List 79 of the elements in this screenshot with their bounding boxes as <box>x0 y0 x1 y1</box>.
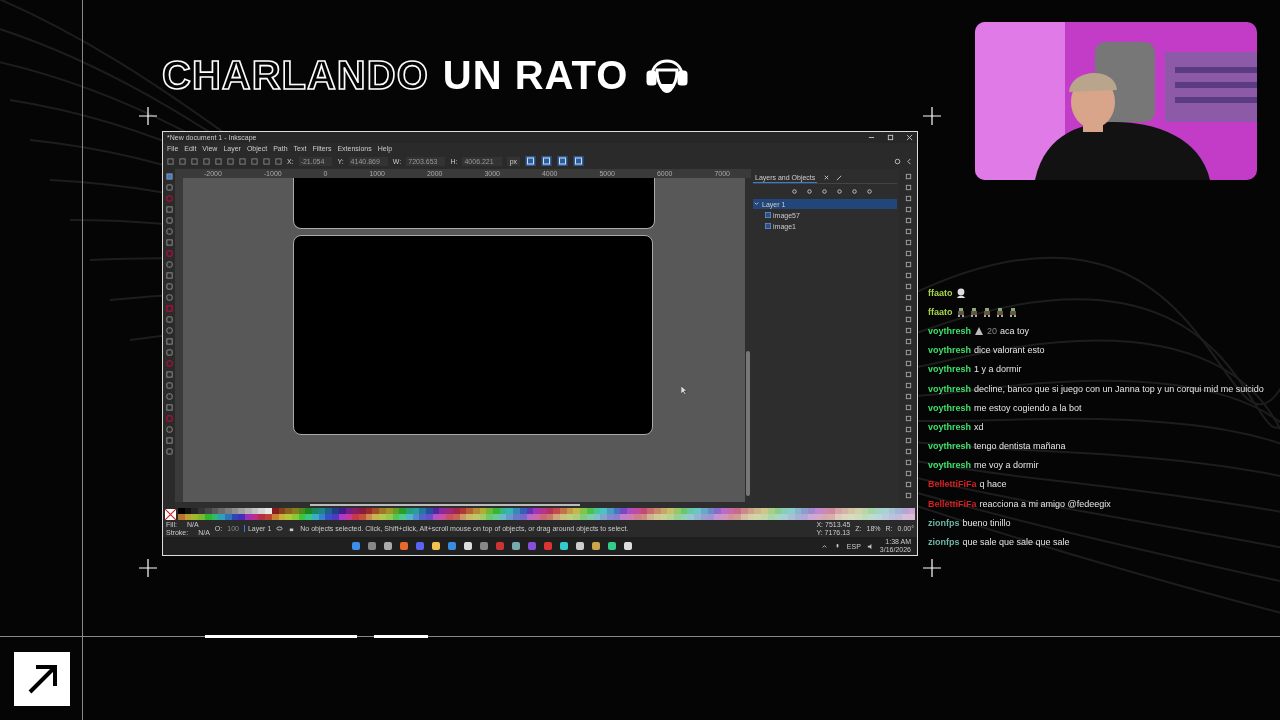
chat-message: decline, banco que si juego con un Janna top y un corqui mid me suicido <box>974 383 1264 394</box>
stream-title: CHARLANDO <box>162 52 429 98</box>
snap-button[interactable] <box>525 156 537 166</box>
chat-username[interactable]: voythresh <box>928 364 971 375</box>
crosshair-icon <box>923 107 941 125</box>
app-icon[interactable] <box>622 541 633 551</box>
crosshair-icon <box>923 559 941 577</box>
chat-username[interactable]: zionfps <box>928 537 960 548</box>
snap-button[interactable] <box>557 156 569 166</box>
stream-title: UN RATO <box>442 52 629 98</box>
chat-message: bueno tinillo <box>962 517 1011 528</box>
sprite-emote-icon <box>955 306 966 317</box>
image-object[interactable] <box>293 178 655 229</box>
chat-username[interactable]: voythresh <box>928 325 971 336</box>
chat-username[interactable]: BellettiFiFa <box>928 479 977 490</box>
chat-message: xd <box>974 421 984 432</box>
avatar-emote-icon <box>955 287 966 298</box>
crosshair-icon <box>139 107 157 125</box>
sprite-emote-icon <box>981 306 992 317</box>
sprite-emote-icon <box>1007 306 1018 317</box>
chat-username[interactable]: voythresh <box>928 402 971 413</box>
close-icon[interactable] <box>906 134 913 141</box>
refresh-icon[interactable] <box>894 157 901 165</box>
chat-username[interactable]: BellettiFiFa <box>928 498 977 509</box>
eye-icon[interactable] <box>276 525 284 532</box>
tool-icon[interactable] <box>866 188 873 195</box>
minimize-icon[interactable] <box>868 134 875 141</box>
badge-count: 20 <box>987 325 998 336</box>
app-icon[interactable] <box>590 541 601 551</box>
snap-button[interactable] <box>573 156 585 166</box>
caret-icon[interactable] <box>753 200 760 207</box>
app-icon[interactable] <box>558 541 569 551</box>
app-icon[interactable] <box>398 541 409 551</box>
app-icon[interactable] <box>350 541 361 551</box>
no-paint-swatch[interactable] <box>165 508 176 520</box>
chat-message: tengo dentista mañana <box>974 441 1066 452</box>
tool-icon[interactable] <box>851 188 858 195</box>
tool-icon[interactable] <box>821 188 828 195</box>
chat-message: reacciona a mi amigo @fedeegix <box>979 498 1111 509</box>
maximize-icon[interactable] <box>887 134 894 141</box>
chat-message: aca toy <box>1000 325 1030 336</box>
chat-username[interactable]: voythresh <box>928 345 971 356</box>
tool-icon[interactable] <box>806 188 813 195</box>
color-palette[interactable] <box>178 508 915 520</box>
app-icon[interactable] <box>462 541 473 551</box>
chat-username[interactable]: ffaato <box>928 287 953 298</box>
chat-username[interactable]: voythresh <box>928 421 971 432</box>
triangle-icon <box>974 325 984 336</box>
app-icon[interactable] <box>382 541 393 551</box>
sprite-emote-icon <box>968 306 979 317</box>
pencil-icon[interactable] <box>836 174 844 181</box>
close-icon[interactable] <box>823 174 831 181</box>
caret-icon[interactable] <box>820 542 828 550</box>
chat-message: dice valorant esto <box>974 345 1045 356</box>
chevron-icon[interactable] <box>906 157 913 165</box>
app-icon[interactable] <box>510 541 521 551</box>
crosshair-icon <box>139 559 157 577</box>
scrollbar[interactable] <box>746 351 750 496</box>
chat-message: me estoy cogiendo a la bot <box>974 402 1082 413</box>
chat-username[interactable]: ffaato <box>928 306 953 317</box>
chat-message: que sale que sale que sale <box>962 537 1070 548</box>
snap-button[interactable] <box>541 156 553 166</box>
chat-message: 1 y a dormir <box>974 364 1022 375</box>
chat-username[interactable]: voythresh <box>928 441 971 452</box>
chat-username[interactable]: voythresh <box>928 383 971 394</box>
chat-username[interactable]: zionfps <box>928 517 960 528</box>
sprite-emote-icon <box>994 306 1005 317</box>
scrollbar[interactable] <box>310 504 580 506</box>
tool-icon[interactable] <box>836 188 843 195</box>
app-icon[interactable] <box>574 541 585 551</box>
chat-username[interactable]: voythresh <box>928 460 971 471</box>
app-icon[interactable] <box>606 541 617 551</box>
app-icon[interactable] <box>430 541 441 551</box>
chat-message: me voy a dormir <box>974 460 1039 471</box>
highlight-bar <box>374 635 428 638</box>
tool-icon[interactable] <box>791 188 798 195</box>
speaker-icon[interactable] <box>866 542 874 550</box>
cursor-icon <box>681 386 687 395</box>
chat-message: q hace <box>979 479 1007 490</box>
